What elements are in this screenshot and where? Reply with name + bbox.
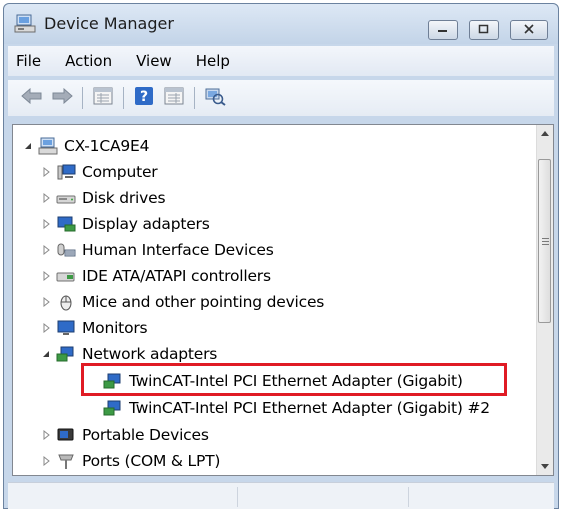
window-title: Device Manager <box>44 14 174 33</box>
tree-item-twincat-adapter-2[interactable]: TwinCAT-Intel PCI Ethernet Adapter (Giga… <box>103 395 490 421</box>
computer-icon <box>56 162 76 182</box>
svg-text:?: ? <box>140 89 148 105</box>
display-adapter-icon <box>56 214 76 234</box>
tree-root-label: CX-1CA9E4 <box>64 137 150 155</box>
tree-item-label: Disk drives <box>82 189 166 207</box>
tree-item-label: Portable Devices <box>82 426 209 444</box>
device-tree[interactable]: CX-1CA9E4 Computer Disk drives Display a… <box>12 124 554 476</box>
tree-item-label: Human Interface Devices <box>82 241 274 259</box>
collapsed-arrow-icon[interactable] <box>39 321 53 335</box>
tree-item-monitors[interactable]: Monitors <box>39 315 148 341</box>
back-button[interactable] <box>20 87 44 109</box>
minimize-icon <box>437 24 449 37</box>
collapsed-arrow-icon[interactable] <box>39 428 53 442</box>
collapsed-arrow-icon[interactable] <box>39 269 53 283</box>
device-manager-icon <box>14 13 38 35</box>
scan-hardware-button[interactable] <box>203 87 227 109</box>
status-divider <box>237 487 238 507</box>
details-button[interactable] <box>162 87 186 109</box>
hid-icon <box>56 240 76 260</box>
toolbar-separator <box>82 87 83 109</box>
port-icon <box>56 451 76 471</box>
close-icon <box>523 23 535 37</box>
scrollbar-thumb[interactable] <box>538 159 551 323</box>
network-adapter-icon <box>56 344 76 364</box>
monitor-icon <box>56 318 76 338</box>
status-divider <box>408 487 409 507</box>
help-icon: ? <box>134 86 154 110</box>
tree-item-label: TwinCAT-Intel PCI Ethernet Adapter (Giga… <box>129 399 490 417</box>
tree-item-label: Network adapters <box>82 345 218 363</box>
tree-item-display-adapters[interactable]: Display adapters <box>39 211 210 237</box>
menu-bar: File Action View Help <box>8 46 554 76</box>
scrollbar-grip-icon <box>542 238 549 245</box>
status-bar <box>8 482 554 509</box>
toolbar-separator <box>123 87 124 109</box>
close-button[interactable] <box>510 20 548 40</box>
collapsed-arrow-icon[interactable] <box>39 165 53 179</box>
tree-item-disk-drives[interactable]: Disk drives <box>39 185 166 211</box>
tree-root[interactable]: CX-1CA9E4 <box>21 133 149 159</box>
ide-controller-icon <box>56 266 76 286</box>
scan-hardware-icon <box>204 86 226 110</box>
toolbar-separator <box>194 87 195 109</box>
details-grid-icon <box>164 87 184 109</box>
expanded-arrow-icon[interactable] <box>21 139 35 153</box>
tree-item-mice[interactable]: Mice and other pointing devices <box>39 289 324 315</box>
computer-host-icon <box>38 136 58 156</box>
forward-button[interactable] <box>50 87 74 109</box>
collapsed-arrow-icon[interactable] <box>39 191 53 205</box>
tree-item-label: Ports (COM & LPT) <box>82 452 221 470</box>
menu-view[interactable]: View <box>124 52 184 70</box>
minimize-button[interactable] <box>428 20 458 40</box>
scroll-up-icon[interactable] <box>537 125 553 142</box>
properties-button[interactable] <box>91 87 115 109</box>
forward-arrow-icon <box>51 87 73 108</box>
tree-item-ide-controllers[interactable]: IDE ATA/ATAPI controllers <box>39 263 271 289</box>
expanded-arrow-icon[interactable] <box>39 347 53 361</box>
tree-item-label: IDE ATA/ATAPI controllers <box>82 267 271 285</box>
collapsed-arrow-icon[interactable] <box>39 454 53 468</box>
tree-item-human-interface-devices[interactable]: Human Interface Devices <box>39 237 274 263</box>
portable-device-icon <box>56 425 76 445</box>
network-adapter-icon <box>103 398 123 418</box>
collapsed-arrow-icon[interactable] <box>39 295 53 309</box>
scroll-down-icon[interactable] <box>537 458 553 475</box>
maximize-button[interactable] <box>469 20 499 40</box>
title-bar[interactable]: Device Manager <box>4 4 558 44</box>
tree-item-ports[interactable]: Ports (COM & LPT) <box>39 448 220 474</box>
tree-item-label: Display adapters <box>82 215 210 233</box>
menu-file[interactable]: File <box>8 52 53 70</box>
highlight-annotation-box <box>81 363 507 396</box>
menu-action[interactable]: Action <box>53 52 124 70</box>
properties-grid-icon <box>93 87 113 109</box>
device-manager-window: Device Manager File Action View Help ? C… <box>3 3 559 509</box>
toolbar: ? <box>8 80 554 116</box>
tree-item-portable-devices[interactable]: Portable Devices <box>39 422 209 448</box>
mouse-icon <box>56 292 76 312</box>
help-button[interactable]: ? <box>132 87 156 109</box>
tree-item-label: Mice and other pointing devices <box>82 293 325 311</box>
tree-item-computer[interactable]: Computer <box>39 159 158 185</box>
maximize-icon <box>478 24 490 37</box>
collapsed-arrow-icon[interactable] <box>39 243 53 257</box>
disk-drive-icon <box>56 188 76 208</box>
tree-item-label: Computer <box>82 163 158 181</box>
back-arrow-icon <box>21 87 43 108</box>
collapsed-arrow-icon[interactable] <box>39 217 53 231</box>
tree-item-label: Monitors <box>82 319 148 337</box>
vertical-scrollbar[interactable] <box>536 125 553 475</box>
menu-help[interactable]: Help <box>184 52 242 70</box>
